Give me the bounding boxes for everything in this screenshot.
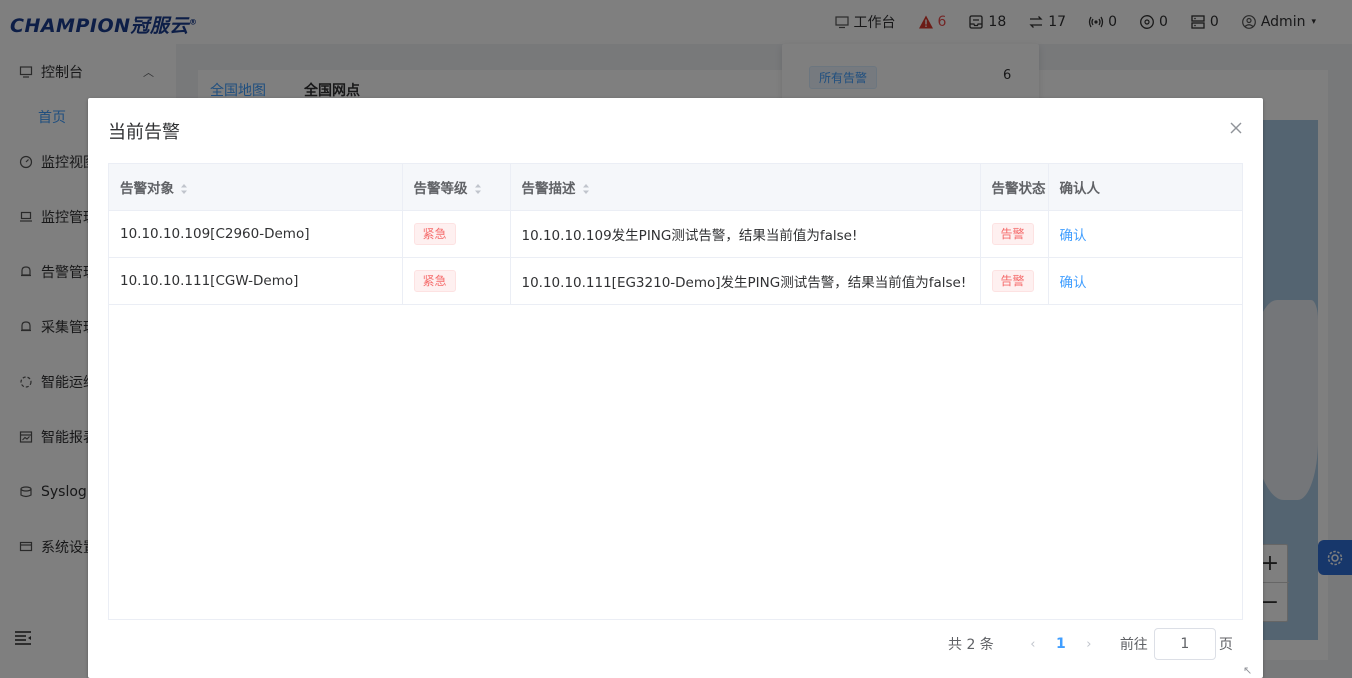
page-unit-label: 页	[1218, 637, 1233, 653]
cell-confirmer: 确认	[1048, 210, 1242, 258]
cell-object: 10.10.10.109[C2960-Demo]	[109, 210, 403, 258]
dialog-title: 当前告警	[108, 122, 180, 143]
column-header-label: 告警等级	[413, 180, 468, 197]
cell-object: 10.10.10.111[CGW-Demo]	[109, 257, 403, 305]
pagination: 共 2 条 ‹ 1 › 前往 页	[948, 628, 1233, 660]
app-root: CHAMPION冠服云® 工作台 6 18 17 0	[0, 0, 1352, 678]
level-badge: 紧急	[413, 269, 456, 292]
column-header-object[interactable]: 告警对象	[109, 164, 403, 211]
cell-status: 告警	[980, 257, 1049, 305]
column-header-label: 告警描述	[521, 180, 576, 197]
column-header-confirmer: 确认人	[1048, 164, 1242, 211]
status-badge: 告警	[991, 269, 1034, 292]
cell-confirmer: 确认	[1048, 257, 1242, 305]
confirm-button[interactable]: 确认	[1060, 228, 1087, 244]
column-header-level[interactable]: 告警等级	[402, 164, 511, 211]
sort-icon[interactable]	[582, 183, 590, 195]
goto-page-input[interactable]	[1153, 628, 1216, 660]
sort-icon[interactable]	[180, 183, 188, 195]
confirm-button[interactable]: 确认	[1060, 275, 1087, 291]
cell-status: 告警	[980, 210, 1049, 258]
column-header-label: 确认人	[1059, 180, 1101, 197]
sort-icon[interactable]	[474, 183, 482, 195]
table-header-row: 告警对象 告警等级 告警描述 告警状态 确认人	[109, 164, 1242, 211]
cell-description: 10.10.10.109发生PING测试告警，结果当前值为false!	[510, 210, 981, 258]
cell-level: 紧急	[402, 210, 511, 258]
column-header-label: 告警对象	[120, 180, 174, 197]
cell-level: 紧急	[402, 257, 511, 305]
pagination-total: 共 2 条	[948, 637, 994, 653]
column-header-description[interactable]: 告警描述	[510, 164, 981, 211]
close-icon[interactable]	[1228, 120, 1244, 136]
cell-description: 10.10.10.111[EG3210-Demo]发生PING测试告警，结果当前…	[510, 257, 981, 305]
status-badge: 告警	[991, 222, 1034, 245]
prev-page-button[interactable]: ‹	[1020, 637, 1046, 652]
column-header-status: 告警状态	[980, 164, 1049, 211]
column-header-label: 告警状态	[991, 180, 1046, 197]
current-alarms-dialog: 当前告警 告警对象 告警等级 告警描述 告警状态 确认人 10.10.10.10…	[88, 98, 1263, 678]
page-number-current[interactable]: 1	[1046, 636, 1076, 652]
alarms-table: 告警对象 告警等级 告警描述 告警状态 确认人 10.10.10.109[C29…	[108, 163, 1243, 620]
level-badge: 紧急	[413, 222, 456, 245]
goto-label: 前往	[1119, 637, 1148, 653]
table-row: 10.10.10.111[CGW-Demo] 紧急 10.10.10.111[E…	[109, 257, 1242, 305]
table-row: 10.10.10.109[C2960-Demo] 紧急 10.10.10.109…	[109, 210, 1242, 258]
next-page-button[interactable]: ›	[1076, 637, 1102, 652]
resize-arrow-icon[interactable]: ↖	[1243, 664, 1252, 677]
